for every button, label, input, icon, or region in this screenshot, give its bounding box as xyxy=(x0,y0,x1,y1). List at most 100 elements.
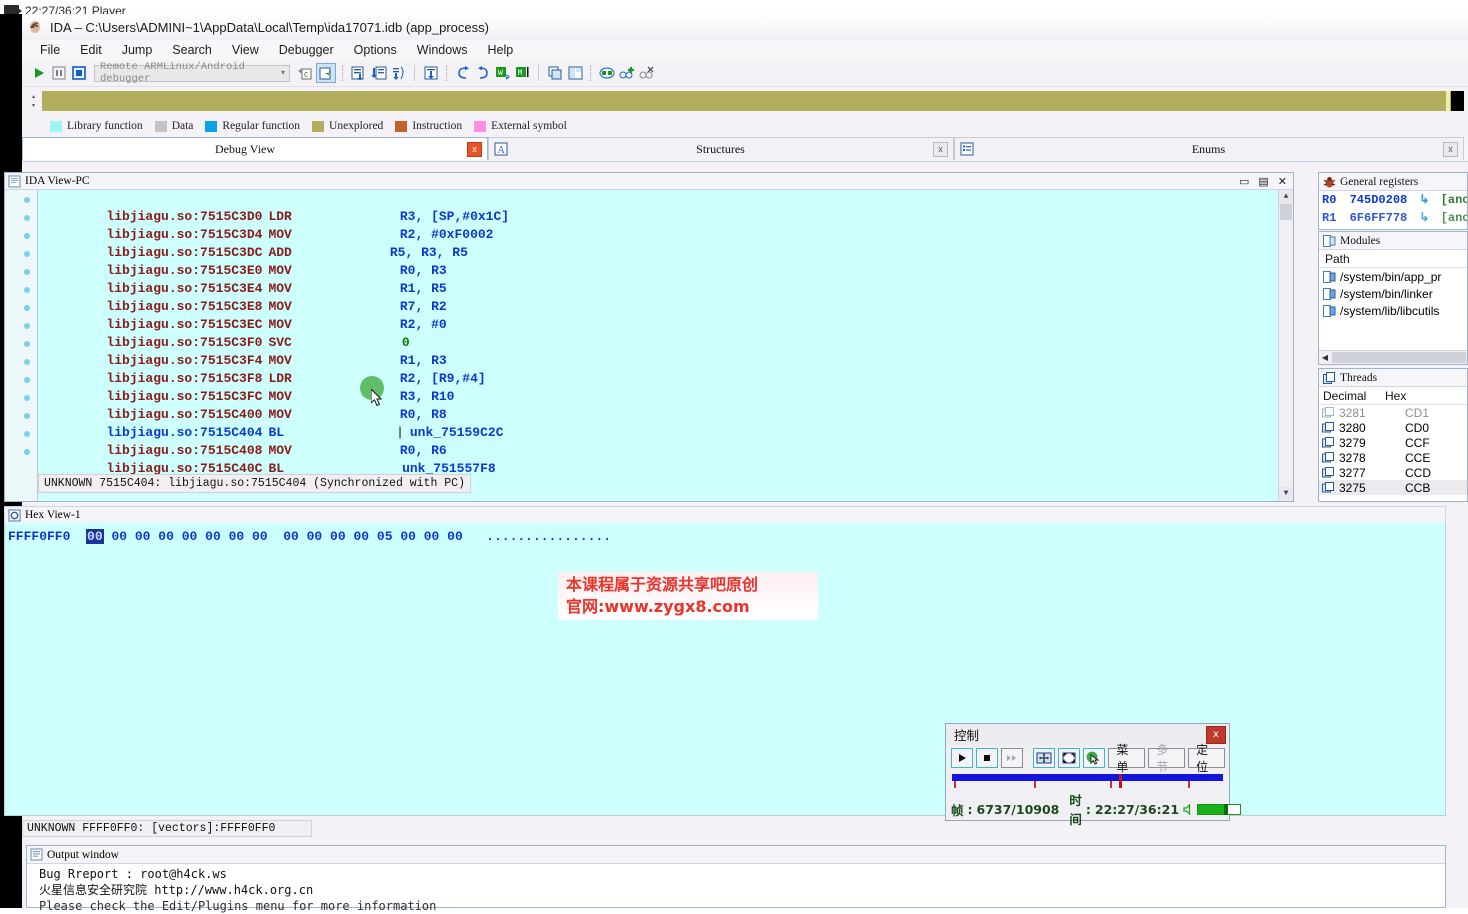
scrollbar-thumb[interactable] xyxy=(1280,204,1292,220)
attach-process-icon[interactable]: C xyxy=(296,64,314,82)
volume-slider[interactable] xyxy=(1197,803,1242,815)
jump-back-icon[interactable] xyxy=(454,64,472,82)
module-row[interactable]: /system/lib/libcutils xyxy=(1319,302,1467,319)
play-button[interactable] xyxy=(951,748,973,768)
tab-structures-close[interactable]: x xyxy=(933,141,948,157)
hex-byte[interactable]: 00 xyxy=(307,529,323,544)
scroll-up-arrow[interactable]: ▲ xyxy=(1279,190,1293,204)
output-window-body[interactable]: Bug Rreport : root@h4ck.ws 火星信息安全研究院 htt… xyxy=(27,864,1445,914)
volume-control[interactable] xyxy=(1183,803,1242,815)
tab-debug-view-close[interactable]: x xyxy=(467,141,482,157)
menu-help[interactable]: Help xyxy=(477,41,523,59)
hex-byte[interactable]: 00 xyxy=(182,529,198,544)
threads-column-hex[interactable]: Hex xyxy=(1385,389,1406,403)
volume-knob[interactable] xyxy=(1224,803,1229,815)
navband-arrows[interactable]: ▴ ▾ xyxy=(32,90,42,112)
trace-remove-icon[interactable] xyxy=(638,64,656,82)
hex-byte[interactable]: 00 xyxy=(447,529,463,544)
threads-list[interactable]: Decimal Hex 3281 CD1 3280 CD0 3279 CCF 3… xyxy=(1319,387,1467,501)
locate-button[interactable]: 定位 xyxy=(1188,743,1226,774)
hscroll-thumb[interactable] xyxy=(1332,352,1466,363)
new-breakpoint-icon[interactable]: W xyxy=(494,64,512,82)
hex-byte[interactable]: 00 xyxy=(400,529,416,544)
threads-column-headers[interactable]: Decimal Hex xyxy=(1319,387,1467,405)
tab-enums[interactable]: Enums x xyxy=(954,137,1464,160)
menu-edit[interactable]: Edit xyxy=(70,41,112,59)
hex-byte[interactable]: 05 xyxy=(377,529,393,544)
disassembly-lines[interactable]: libjiagu.so:7515C3D0 LDR R3, [SP,#0x1C] li… xyxy=(38,190,1279,501)
scroll-down-arrow[interactable]: ▼ xyxy=(1279,487,1293,501)
run-button[interactable] xyxy=(30,64,48,82)
register-jump-arrow-icon[interactable]: ↳ xyxy=(1419,211,1429,225)
maximize-button[interactable]: ▤ xyxy=(1258,175,1268,188)
hex-byte[interactable]: 00 xyxy=(135,529,151,544)
menu-view[interactable]: View xyxy=(222,41,269,59)
tab-debug-view[interactable]: Debug View x xyxy=(22,137,488,160)
navband-arrow-down[interactable]: ▾ xyxy=(32,103,42,109)
hex-byte[interactable]: 00 xyxy=(229,529,245,544)
thread-row[interactable]: 3279 CCF xyxy=(1319,435,1467,450)
tab-structures[interactable]: A Structures x xyxy=(488,137,954,160)
hex-row[interactable]: FFFF0FF0 00 00 00 00 00 00 00 00 00 00 0… xyxy=(5,523,1445,544)
threads-column-decimal[interactable]: Decimal xyxy=(1323,389,1385,403)
menu-options[interactable]: Options xyxy=(344,41,407,59)
multi-section-button[interactable]: 多节 xyxy=(1148,743,1186,774)
hscroll-left-arrow[interactable]: ◀ xyxy=(1319,353,1331,362)
trace-start-icon[interactable] xyxy=(598,64,616,82)
speaker-icon[interactable] xyxy=(1183,803,1195,815)
step-over-icon[interactable] xyxy=(370,64,388,82)
hex-byte[interactable]: 00 xyxy=(283,529,299,544)
hex-byte[interactable]: 00 xyxy=(330,529,346,544)
trace-add-icon[interactable] xyxy=(618,64,636,82)
stop-button[interactable] xyxy=(70,64,88,82)
debugger-select[interactable]: Remote ARMLinux/Android debugger ▾ xyxy=(94,61,290,85)
menu-windows[interactable]: Windows xyxy=(407,41,478,59)
restore-button[interactable]: ▭ xyxy=(1239,175,1249,188)
register-row[interactable]: R0 745D0208 ↳ [ano xyxy=(1319,191,1467,209)
pointer-tool-button[interactable] xyxy=(1083,748,1106,768)
hex-byte[interactable]: 00 xyxy=(205,529,221,544)
menu-button[interactable]: 菜单 xyxy=(1108,743,1146,774)
step-out-icon[interactable] xyxy=(422,64,440,82)
modules-column-path[interactable]: Path xyxy=(1319,250,1467,268)
hex-byte[interactable]: 00 xyxy=(424,529,440,544)
thread-row[interactable]: 3280 CD0 xyxy=(1319,420,1467,435)
thread-row-selected[interactable]: 3275 CCB xyxy=(1319,480,1467,495)
modules-hscrollbar[interactable]: ◀ xyxy=(1319,350,1467,364)
player-progress-track[interactable] xyxy=(952,774,1223,788)
disasm-operands[interactable]: unk_75159C2C xyxy=(410,425,504,440)
hex-byte[interactable]: 00 xyxy=(252,529,268,544)
tile-windows-icon[interactable] xyxy=(566,64,584,82)
player-playhead[interactable] xyxy=(1119,774,1123,788)
navigation-band[interactable] xyxy=(42,91,1464,111)
hex-byte[interactable]: 00 xyxy=(158,529,174,544)
hex-byte[interactable]: 00 xyxy=(111,529,127,544)
menu-debugger[interactable]: Debugger xyxy=(269,41,344,59)
player-progress-bar[interactable] xyxy=(952,774,1223,781)
detach-process-icon[interactable] xyxy=(316,63,336,83)
step-forward-button[interactable] xyxy=(1001,748,1023,768)
tab-enums-close[interactable]: x xyxy=(1443,141,1458,157)
disassembly-scrollbar[interactable]: ▲ ▼ xyxy=(1278,190,1293,501)
run-to-cursor-icon[interactable] xyxy=(390,64,408,82)
module-row[interactable]: /system/bin/linker xyxy=(1319,285,1467,302)
thread-row[interactable]: 3277 CCD xyxy=(1319,465,1467,480)
fit-window-button[interactable] xyxy=(1033,748,1056,768)
menu-search[interactable]: Search xyxy=(162,41,222,59)
thread-row[interactable]: 3281 CD1 xyxy=(1319,405,1467,420)
close-button[interactable]: ✕ xyxy=(1278,175,1287,188)
hex-byte[interactable]: 00 xyxy=(353,529,369,544)
general-registers-list[interactable]: R0 745D0208 ↳ [ano R1 6F6FF778 ↳ [ano xyxy=(1319,191,1467,229)
hex-selected-byte[interactable]: 00 xyxy=(86,529,104,544)
fullscreen-button[interactable] xyxy=(1058,748,1081,768)
step-into-icon[interactable] xyxy=(350,64,368,82)
register-jump-arrow-icon[interactable]: ↳ xyxy=(1419,193,1429,207)
jump-forward-icon[interactable] xyxy=(474,64,492,82)
menu-file[interactable]: File xyxy=(30,41,70,59)
menu-jump[interactable]: Jump xyxy=(112,41,163,59)
modules-list[interactable]: Path /system/bin/app_pr /system/bin/link… xyxy=(1319,250,1467,364)
stop-button[interactable] xyxy=(976,748,998,768)
disassembly-pane[interactable]: libjiagu.so:7515C3D0 LDR R3, [SP,#0x1C] li… xyxy=(5,190,1293,501)
module-row[interactable]: /system/bin/app_pr xyxy=(1319,268,1467,285)
copy-window-icon[interactable] xyxy=(546,64,564,82)
